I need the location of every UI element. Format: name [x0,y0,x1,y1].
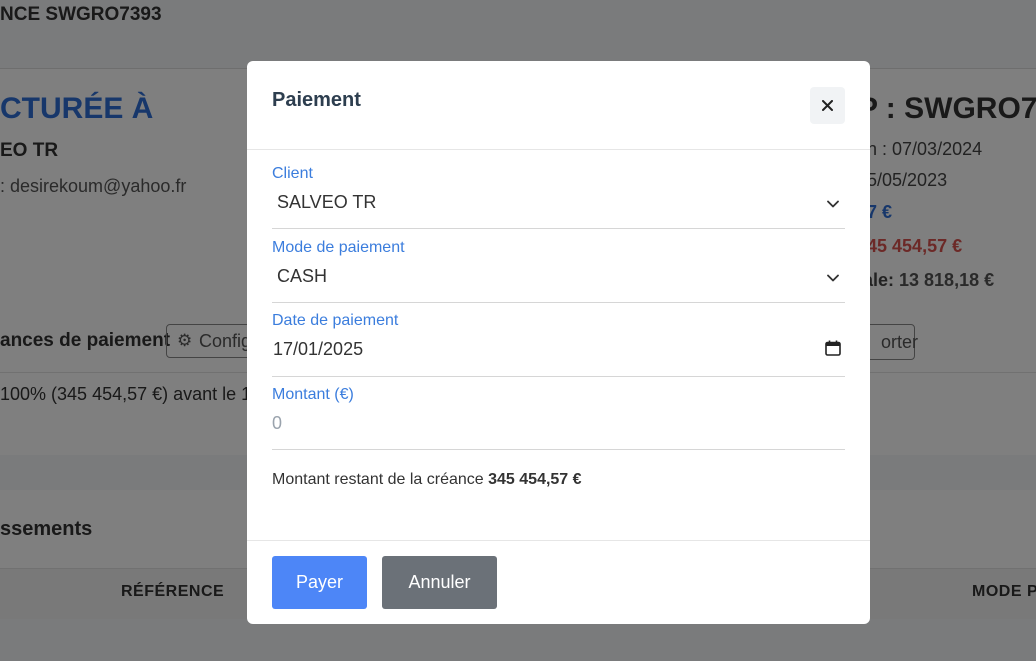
pay-button[interactable]: Payer [272,556,367,609]
payment-date-label: Date de paiement [272,312,399,329]
close-icon [822,100,833,111]
cancel-button[interactable]: Annuler [382,556,497,609]
payment-date-field[interactable]: Date de paiement 17/01/2025 [272,312,845,377]
payment-mode-select[interactable]: Mode de paiement CASH [272,239,845,303]
chevron-down-icon [827,200,839,208]
modal-footer: Payer Annuler [247,540,870,625]
client-select[interactable]: Client SALVEO TR [272,165,845,229]
amount-label: Montant (€) [272,386,354,403]
remaining-value: 345 454,57 € [488,471,582,488]
amount-input[interactable]: Montant (€) 0 [272,386,845,450]
chevron-down-icon [827,274,839,282]
payment-date-value: 17/01/2025 [273,339,364,359]
payment-modal: Paiement Client SALVEO TR Mode de paieme… [247,61,870,624]
modal-header: Paiement [247,61,870,150]
remaining-amount-text: Montant restant de la créance 345 454,57… [272,471,582,489]
client-label: Client [272,165,313,182]
amount-placeholder: 0 [272,413,283,433]
modal-title: Paiement [272,89,361,111]
client-value: SALVEO TR [277,192,377,212]
payment-mode-label: Mode de paiement [272,239,405,256]
remaining-label: Montant restant de la créance [272,471,489,488]
payment-mode-value: CASH [277,266,328,286]
calendar-icon[interactable] [825,340,841,356]
close-button[interactable] [810,87,845,124]
